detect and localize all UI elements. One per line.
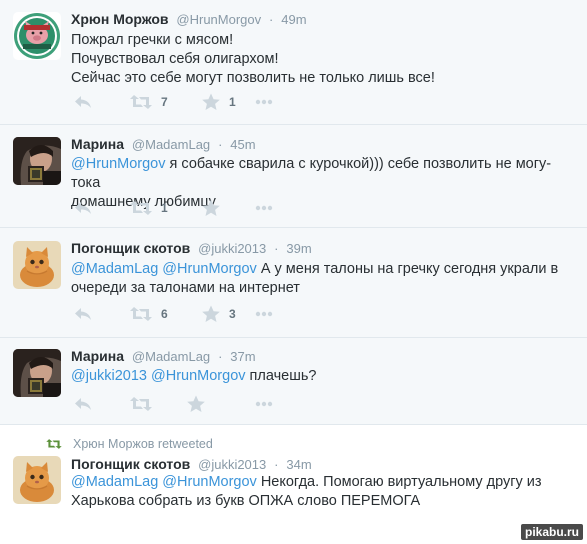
reply-button[interactable] (73, 304, 93, 324)
timestamp[interactable]: 37m (230, 349, 255, 364)
author-handle[interactable]: @MadamLag (132, 137, 210, 152)
more-icon (254, 304, 274, 324)
reply-icon (73, 304, 93, 324)
more-icon (254, 198, 274, 218)
tweet-text: @MadamLag @HrunMorgov А у меня талоны на… (71, 260, 571, 298)
tweet-line: Почувствовал себя олигархом! (71, 51, 279, 67)
tweet-3[interactable]: Погонщик скотов @jukki2013 · 39m @MadamL… (0, 228, 587, 338)
retweet-icon (129, 92, 153, 112)
author-handle[interactable]: @jukki2013 (198, 457, 266, 472)
tweet-4[interactable]: Марина @MadamLag · 37m @jukki2013 @HrunM… (0, 338, 587, 425)
tweet-1[interactable]: Хрюн Моржов @HrunMorgov · 49m Пожрал гре… (0, 0, 587, 125)
retweet-count: 7 (161, 95, 168, 109)
retweet-count: 6 (161, 307, 168, 321)
retweet-button[interactable] (129, 394, 153, 414)
author-name[interactable]: Марина (71, 348, 124, 364)
tweet-line: очереди за талонами на интернет (71, 280, 300, 296)
author-handle[interactable]: @jukki2013 (198, 241, 266, 256)
dot-separator: · (269, 12, 274, 27)
favorite-button[interactable] (201, 198, 221, 218)
reply-icon (73, 198, 93, 218)
tweet-2[interactable]: Марина @MadamLag · 45m @HrunMorgov я соб… (0, 125, 587, 228)
favorite-icon (201, 198, 221, 218)
favorite-button[interactable]: 1 (201, 92, 236, 112)
mention-link[interactable]: @MadamLag (71, 261, 158, 277)
retweet-count: 1 (161, 201, 168, 215)
timestamp[interactable]: 45m (230, 137, 255, 152)
timestamp[interactable]: 49m (281, 12, 306, 27)
more-button[interactable] (254, 304, 274, 324)
reply-icon (73, 394, 93, 414)
favorite-count: 3 (229, 307, 236, 321)
timestamp[interactable]: 34m (286, 457, 311, 472)
tweet-line: Сейчас это себе могут позволить не тольк… (71, 70, 435, 86)
mention-link[interactable]: @HrunMorgov (71, 156, 166, 172)
mention-link[interactable]: @HrunMorgov (162, 261, 257, 277)
avatar[interactable] (13, 12, 61, 60)
retweet-button[interactable]: 1 (129, 198, 168, 218)
author-handle[interactable]: @MadamLag (132, 349, 210, 364)
more-button[interactable] (254, 394, 274, 414)
avatar[interactable] (13, 456, 61, 504)
reply-button[interactable] (73, 92, 93, 112)
retweet-icon (129, 198, 153, 218)
mention-link[interactable]: @HrunMorgov (162, 474, 257, 490)
favorite-button[interactable] (186, 394, 206, 414)
watermark: pikabu.ru (520, 524, 583, 540)
reply-button[interactable] (73, 394, 93, 414)
tweet-text: @jukki2013 @HrunMorgov плачешь? (71, 367, 571, 386)
mention-link[interactable]: @MadamLag (71, 474, 158, 490)
more-icon (254, 92, 274, 112)
tweet-line: Пожрал гречки с мясом! (71, 32, 234, 48)
favorite-button[interactable]: 3 (201, 304, 236, 324)
dot-separator: · (274, 241, 279, 256)
avatar[interactable] (13, 137, 61, 185)
timestamp[interactable]: 39m (286, 241, 311, 256)
author-name[interactable]: Погонщик скотов (71, 456, 190, 472)
author-handle[interactable]: @HrunMorgov (176, 12, 261, 27)
author-name[interactable]: Хрюн Моржов (71, 11, 169, 27)
mention-link[interactable]: @jukki2013 (71, 368, 147, 384)
favorite-icon (186, 394, 206, 414)
tweet-line: Харькова собрать из букв ОПЖА слово ПЕРЕ… (71, 493, 421, 509)
more-icon (254, 394, 274, 414)
favorite-count: 1 (229, 95, 236, 109)
favorite-icon (201, 92, 221, 112)
dot-separator: · (218, 137, 223, 152)
tweet-line: А у меня талоны на гречку сегодня украли… (256, 261, 559, 277)
avatar[interactable] (13, 349, 61, 397)
tweet-text: @MadamLag @HrunMorgov Некогда. Помогаю в… (71, 473, 571, 511)
reply-button[interactable] (73, 198, 93, 218)
reply-icon (73, 92, 93, 112)
dot-separator: · (274, 457, 279, 472)
retweet-button[interactable]: 7 (129, 92, 168, 112)
favorite-icon (201, 304, 221, 324)
mention-link[interactable]: @HrunMorgov (151, 368, 246, 384)
retweet-icon (129, 394, 153, 414)
avatar[interactable] (13, 241, 61, 289)
retweet-context-icon (46, 439, 62, 449)
retweet-icon (129, 304, 153, 324)
retweeted-by-label[interactable]: Хрюн Моржов retweeted (73, 437, 213, 451)
retweet-button[interactable]: 6 (129, 304, 168, 324)
tweet-line: плачешь? (245, 368, 317, 384)
author-name[interactable]: Погонщик скотов (71, 240, 190, 256)
retweet-context: Хрюн Моржов retweeted (45, 437, 213, 451)
tweet-line: Некогда. Помогаю виртуальному другу из (256, 474, 542, 490)
more-button[interactable] (254, 92, 274, 112)
author-name[interactable]: Марина (71, 136, 124, 152)
dot-separator: · (218, 349, 223, 364)
tweet-text: Пожрал гречки с мясом! Почувствовал себя… (71, 31, 571, 88)
more-button[interactable] (254, 198, 274, 218)
